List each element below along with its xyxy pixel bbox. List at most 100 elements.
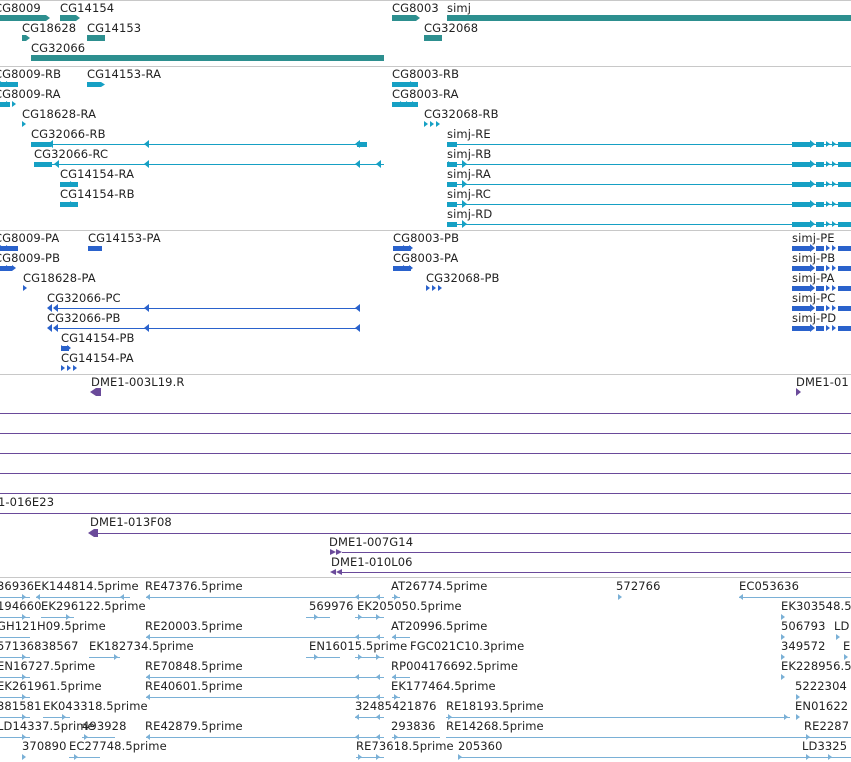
- feature-label[interactable]: CG14154-RB: [60, 188, 135, 201]
- strand-marker[interactable]: [832, 141, 836, 147]
- feature-label[interactable]: EK296122.5prime: [41, 600, 146, 613]
- feature-label[interactable]: EK144814.5prime: [34, 580, 139, 593]
- clone-line[interactable]: [342, 572, 851, 573]
- feature-label[interactable]: FGC021C10.3prime: [410, 640, 524, 653]
- clone-glyph[interactable]: [88, 529, 98, 537]
- strand-marker[interactable]: [826, 141, 830, 147]
- strand-marker[interactable]: [462, 220, 467, 228]
- clone-glyph[interactable]: [330, 569, 336, 575]
- feature-glyph[interactable]: [838, 266, 851, 271]
- feature-glyph[interactable]: [816, 162, 824, 167]
- feature-label[interactable]: CG8003-PB: [393, 232, 459, 245]
- strand-marker[interactable]: [114, 654, 118, 660]
- feature-label[interactable]: 57136838567: [0, 640, 79, 653]
- strand-marker[interactable]: [424, 121, 428, 127]
- feature-label[interactable]: 381581: [0, 700, 42, 713]
- intron-line[interactable]: [457, 164, 851, 165]
- strand-marker[interactable]: [810, 324, 815, 332]
- feature-glyph[interactable]: [838, 182, 851, 187]
- strand-marker[interactable]: [810, 140, 815, 148]
- strand-marker[interactable]: [22, 754, 26, 760]
- feature-label[interactable]: EK228956.5: [781, 660, 851, 673]
- feature-label[interactable]: EN16727.5prime: [0, 660, 95, 673]
- feature-label[interactable]: DME1-01: [796, 376, 849, 389]
- intron-line[interactable]: [457, 144, 851, 145]
- feature-glyph[interactable]: [88, 246, 102, 251]
- feature-glyph[interactable]: [816, 142, 824, 147]
- clone-line[interactable]: [0, 513, 851, 514]
- strand-marker[interactable]: [355, 160, 360, 168]
- feature-glyph[interactable]: [792, 202, 810, 207]
- strand-marker[interactable]: [810, 160, 815, 168]
- feature-label[interactable]: 205360: [458, 740, 503, 753]
- feature-glyph[interactable]: [816, 182, 824, 187]
- strand-marker[interactable]: [826, 201, 830, 207]
- feature-label[interactable]: LD3325: [802, 740, 847, 753]
- est-line[interactable]: [146, 697, 384, 698]
- strand-marker[interactable]: [432, 285, 436, 291]
- est-line[interactable]: [306, 617, 330, 618]
- feature-label[interactable]: RE73618.5prime: [356, 740, 454, 753]
- clone-glyph[interactable]: [796, 388, 801, 396]
- feature-label[interactable]: CG32066-PC: [47, 292, 121, 305]
- est-line[interactable]: [458, 757, 851, 758]
- strand-marker[interactable]: [784, 714, 788, 720]
- feature-label[interactable]: CG8003-RB: [392, 68, 459, 81]
- strand-marker[interactable]: [376, 160, 381, 168]
- feature-label[interactable]: CG32068-RB: [424, 108, 499, 121]
- intron-line[interactable]: [51, 144, 357, 145]
- feature-label[interactable]: EK177464.5prime: [391, 680, 496, 693]
- feature-label[interactable]: 293836: [391, 720, 436, 733]
- feature-glyph[interactable]: [816, 326, 824, 331]
- strand-marker[interactable]: [832, 161, 836, 167]
- clone-glyph[interactable]: [90, 388, 101, 396]
- strand-marker[interactable]: [796, 714, 800, 720]
- feature-label[interactable]: AT26774.5prime: [391, 580, 487, 593]
- feature-label[interactable]: EK043318.5prime: [43, 700, 148, 713]
- feature-label[interactable]: GH121H09.5prime: [0, 620, 106, 633]
- clone-line[interactable]: [0, 433, 851, 434]
- est-line[interactable]: [306, 657, 340, 658]
- track-divider[interactable]: [0, 577, 851, 578]
- intron-line[interactable]: [54, 308, 360, 309]
- feature-label[interactable]: 569976: [309, 600, 354, 613]
- feature-label[interactable]: RE14268.5prime: [446, 720, 544, 733]
- feature-label[interactable]: CG32066-RC: [34, 148, 108, 161]
- feature-glyph[interactable]: [838, 326, 851, 331]
- feature-label[interactable]: CG32066-RB: [31, 128, 106, 141]
- intron-line[interactable]: [457, 184, 851, 185]
- feature-label[interactable]: 5222304: [795, 680, 847, 693]
- feature-label[interactable]: CG8003-PA: [393, 252, 458, 265]
- feature-label[interactable]: EC053636: [739, 580, 799, 593]
- feature-label[interactable]: CG32066: [31, 42, 85, 55]
- feature-label[interactable]: RE2287: [804, 720, 849, 733]
- feature-label[interactable]: simj-RE: [447, 128, 491, 141]
- strand-marker[interactable]: [355, 304, 360, 312]
- strand-marker[interactable]: [832, 221, 836, 227]
- feature-label[interactable]: simj-PA: [792, 272, 835, 285]
- strand-marker[interactable]: [426, 285, 430, 291]
- strand-marker[interactable]: [458, 754, 462, 760]
- gene-glyph[interactable]: [392, 15, 420, 21]
- feature-label[interactable]: CG8003-RA: [392, 88, 459, 101]
- strand-marker[interactable]: [739, 594, 743, 600]
- strand-marker[interactable]: [376, 754, 380, 760]
- feature-label[interactable]: DME1-013F08: [90, 516, 172, 529]
- strand-marker[interactable]: [810, 180, 815, 188]
- feature-label[interactable]: RE47376.5prime: [145, 580, 243, 593]
- feature-glyph[interactable]: [34, 162, 52, 167]
- feature-glyph[interactable]: [838, 246, 851, 251]
- strand-marker[interactable]: [23, 285, 27, 291]
- gene-glyph[interactable]: [87, 35, 105, 41]
- intron-line[interactable]: [54, 328, 360, 329]
- strand-marker[interactable]: [826, 221, 830, 227]
- feature-glyph[interactable]: [816, 222, 824, 227]
- clone-line[interactable]: [0, 453, 851, 454]
- feature-label[interactable]: 370890: [22, 740, 67, 753]
- strand-marker[interactable]: [826, 325, 830, 331]
- feature-glyph[interactable]: [87, 82, 105, 87]
- strand-marker[interactable]: [810, 200, 815, 208]
- feature-label[interactable]: RE70848.5prime: [145, 660, 243, 673]
- feature-glyph[interactable]: [792, 142, 810, 147]
- feature-glyph[interactable]: [792, 162, 810, 167]
